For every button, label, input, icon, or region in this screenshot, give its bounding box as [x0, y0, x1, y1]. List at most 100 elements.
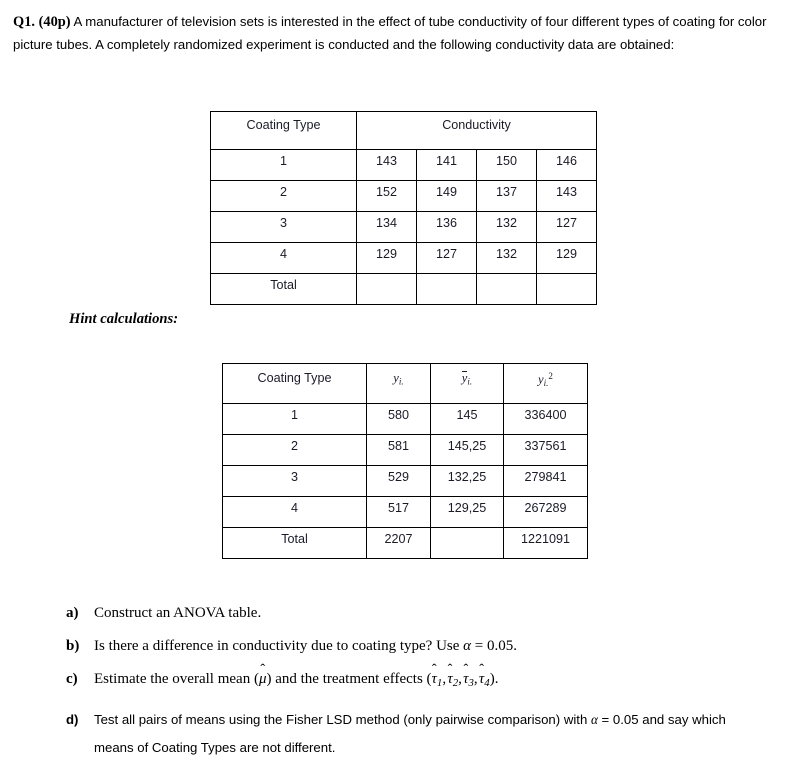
question-part-b: b) Is there a difference in conductivity … [66, 636, 790, 656]
cell-conductivity-value: 132 [476, 211, 537, 243]
question-intro-paragraph: Q1. (40p) A manufacturer of television s… [13, 11, 785, 55]
cell-ybar-mean: 132,25 [430, 465, 504, 497]
cell-conductivity-value: 136 [416, 211, 477, 243]
header-yi-squared: yi.2 [503, 363, 588, 404]
question-d-alpha-value: = 0.05 and say which [597, 712, 726, 728]
tau-subscript-2: 2 [452, 677, 459, 690]
table-row: 2 152 149 137 143 [210, 180, 597, 212]
header-ybar-subscript: i. [467, 376, 473, 387]
table-row: 2 581 145,25 337561 [222, 434, 588, 466]
question-b-alpha-value: = 0.05. [471, 638, 518, 654]
cell-coating-type: 4 [210, 242, 357, 274]
question-c-text-before: Estimate the overall mean ( [94, 671, 259, 687]
hint-calculations-label: Hint calculations: [69, 311, 179, 327]
cell-conductivity-value: 129 [536, 242, 597, 274]
cell-total-ybar [430, 527, 504, 559]
alpha-symbol: α [463, 638, 472, 654]
cell-conductivity-value: 149 [416, 180, 477, 212]
cell-conductivity-value: 150 [476, 149, 537, 181]
cell-coating-type: 3 [210, 211, 357, 243]
cell-conductivity-value: 143 [536, 180, 597, 212]
cell-total-value [416, 273, 477, 305]
question-a-text: Construct an ANOVA table. [94, 605, 262, 621]
mu-hat-symbol: μ [259, 669, 267, 689]
cell-ybar-mean: 129,25 [430, 496, 504, 528]
question-c-text-mid: ) and the treatment effects ( [266, 671, 432, 687]
cell-coating-type: 3 [222, 465, 367, 497]
cell-yi-total: 529 [366, 465, 431, 497]
cell-conductivity-value: 127 [416, 242, 477, 274]
cell-conductivity-value: 127 [536, 211, 597, 243]
header-yi-total: yi. [366, 363, 431, 404]
cell-conductivity-value: 143 [356, 149, 417, 181]
question-c-marker: c) [66, 671, 78, 687]
question-intro-text: A manufacturer of television sets is int… [13, 14, 767, 52]
table-row: 3 529 132,25 279841 [222, 465, 588, 497]
table-header-row: Coating Type yi. yi. yi.2 [222, 363, 588, 404]
hint-calculations-table: Coating Type yi. yi. yi.2 1 580 145 3364… [222, 363, 588, 559]
header-coating-type: Coating Type [210, 111, 357, 150]
question-d-marker: d) [66, 712, 79, 728]
cell-conductivity-value: 152 [356, 180, 417, 212]
table-total-row: Total 2207 1221091 [222, 527, 588, 559]
question-part-d: d) Test all pairs of means using the Fish… [66, 706, 790, 762]
conductivity-data-table: Coating Type Conductivity 1 143 141 150 … [210, 111, 597, 305]
alpha-symbol: α [590, 712, 598, 728]
cell-conductivity-value: 134 [356, 211, 417, 243]
cell-conductivity-value: 132 [476, 242, 537, 274]
cell-total-label: Total [210, 273, 357, 305]
cell-conductivity-value: 137 [476, 180, 537, 212]
tau-hat-symbol: τ [447, 669, 452, 689]
tau-subscript-3: 3 [468, 677, 474, 690]
cell-yi-squared: 336400 [503, 403, 588, 435]
table-row: 4 517 129,25 267289 [222, 496, 588, 528]
cell-total-value [536, 273, 597, 305]
cell-yi-squared: 279841 [503, 465, 588, 497]
cell-conductivity-value: 141 [416, 149, 477, 181]
tau-hat-symbol: τ [479, 669, 484, 689]
cell-total-label: Total [222, 527, 367, 559]
cell-conductivity-value: 146 [536, 149, 597, 181]
cell-yi-total: 581 [366, 434, 431, 466]
table-total-row: Total [210, 273, 597, 305]
table-header-row: Coating Type Conductivity [210, 111, 597, 150]
cell-ybar-mean: 145 [430, 403, 504, 435]
cell-total-yi-squared: 1221091 [503, 527, 588, 559]
cell-conductivity-value: 129 [356, 242, 417, 274]
question-number-label: Q1. (40p) [13, 14, 71, 30]
cell-total-value [476, 273, 537, 305]
header-yi-subscript: i. [398, 376, 404, 387]
table-row: 3 134 136 132 127 [210, 211, 597, 243]
cell-coating-type: 4 [222, 496, 367, 528]
cell-coating-type: 2 [210, 180, 357, 212]
question-parts-list: a) Construct an ANOVA table. b) Is there a… [66, 603, 790, 775]
cell-yi-total: 580 [366, 403, 431, 435]
header-ybar-variable: y [461, 371, 468, 385]
cell-total-value [356, 273, 417, 305]
question-b-marker: b) [66, 638, 80, 654]
table-row: 4 129 127 132 129 [210, 242, 597, 274]
question-part-c: c) Estimate the overall mean (μ) and the … [66, 669, 790, 693]
question-d-text-continued: means of Coating Types are not different… [94, 740, 336, 756]
cell-yi-squared: 267289 [503, 496, 588, 528]
question-d-text-before: Test all pairs of means using the Fisher… [94, 712, 591, 728]
cell-coating-type: 1 [222, 403, 367, 435]
tau-subscript-1: 1 [436, 677, 443, 690]
cell-yi-squared: 337561 [503, 434, 588, 466]
question-part-a: a) Construct an ANOVA table. [66, 603, 790, 623]
tau-hat-symbol: τ [463, 669, 468, 689]
question-c-text-after: ). [489, 671, 499, 687]
cell-coating-type: 2 [222, 434, 367, 466]
table-row: 1 580 145 336400 [222, 403, 588, 435]
cell-total-yi: 2207 [366, 527, 431, 559]
cell-coating-type: 1 [210, 149, 357, 181]
question-b-text: Is there a difference in conductivity du… [94, 638, 464, 654]
question-a-marker: a) [66, 605, 79, 621]
cell-ybar-mean: 145,25 [430, 434, 504, 466]
header-coating-type: Coating Type [222, 363, 367, 404]
tau-hat-symbol: τ [432, 669, 437, 689]
header-conductivity: Conductivity [356, 111, 597, 150]
cell-yi-total: 517 [366, 496, 431, 528]
header-ybar-mean: yi. [430, 363, 504, 404]
header-ysq-superscript: 2 [548, 371, 553, 381]
